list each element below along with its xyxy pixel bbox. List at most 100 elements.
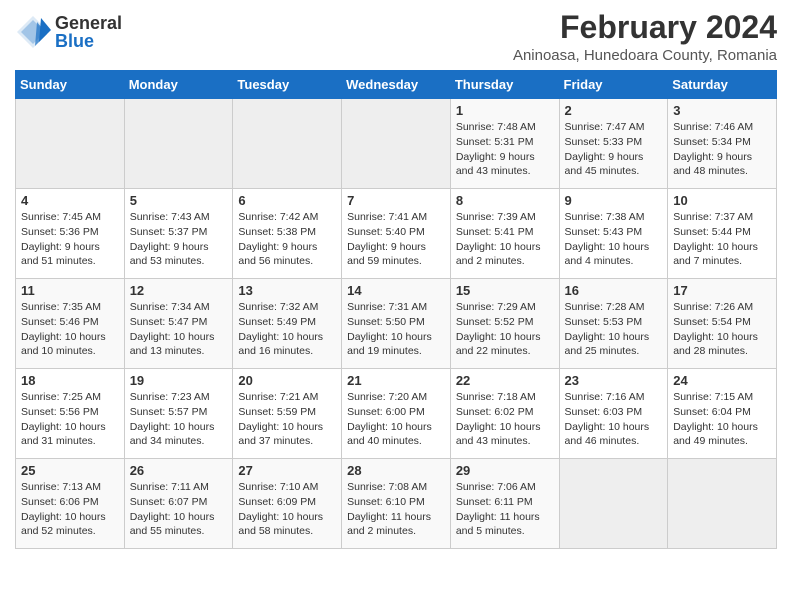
day-number: 3 bbox=[673, 103, 771, 118]
calendar-cell: 16 Sunrise: 7:28 AMSunset: 5:53 PMDayligh… bbox=[559, 279, 668, 369]
calendar-cell bbox=[233, 99, 342, 189]
calendar-week-row: 4Sunrise: 7:45 AMSunset: 5:36 PMDaylight… bbox=[16, 189, 777, 279]
calendar-cell: 18Sunrise: 7:25 AMSunset: 5:56 PMDayligh… bbox=[16, 369, 125, 459]
calendar-cell: 14 Sunrise: 7:31 AMSunset: 5:50 PMDayligh… bbox=[342, 279, 451, 369]
day-number: 13 bbox=[238, 283, 336, 298]
calendar-cell: 11Sunrise: 7:35 AMSunset: 5:46 PMDayligh… bbox=[16, 279, 125, 369]
calendar-cell: 21 Sunrise: 7:20 AMSunset: 6:00 PMDayligh… bbox=[342, 369, 451, 459]
day-number: 2 bbox=[565, 103, 663, 118]
day-info: Sunrise: 7:13 AMSunset: 6:06 PMDaylight:… bbox=[21, 480, 119, 539]
day-number: 27 bbox=[238, 463, 336, 478]
day-number: 25 bbox=[21, 463, 119, 478]
day-info: Sunrise: 7:18 AMSunset: 6:02 PMDaylight:… bbox=[456, 390, 554, 449]
day-info: Sunrise: 7:16 AMSunset: 6:03 PMDaylight:… bbox=[565, 390, 663, 449]
location-title: Aninoasa, Hunedoara County, Romania bbox=[513, 47, 777, 64]
calendar-cell: 7 Sunrise: 7:41 AMSunset: 5:40 PMDaylight… bbox=[342, 189, 451, 279]
month-title: February 2024 bbox=[513, 10, 777, 45]
day-info: Sunrise: 7:11 AMSunset: 6:07 PMDaylight:… bbox=[130, 480, 228, 539]
day-info: Sunrise: 7:21 AMSunset: 5:59 PMDaylight:… bbox=[238, 390, 336, 449]
day-number: 20 bbox=[238, 373, 336, 388]
calendar-cell bbox=[559, 459, 668, 549]
calendar-week-row: 18Sunrise: 7:25 AMSunset: 5:56 PMDayligh… bbox=[16, 369, 777, 459]
day-info: Sunrise: 7:34 AMSunset: 5:47 PMDaylight:… bbox=[130, 300, 228, 359]
header-friday: Friday bbox=[559, 71, 668, 99]
header-sunday: Sunday bbox=[16, 71, 125, 99]
calendar-cell: 24Sunrise: 7:15 AMSunset: 6:04 PMDayligh… bbox=[668, 369, 777, 459]
day-info: Sunrise: 7:29 AMSunset: 5:52 PMDaylight:… bbox=[456, 300, 554, 359]
day-info: Sunrise: 7:25 AMSunset: 5:56 PMDaylight:… bbox=[21, 390, 119, 449]
day-number: 8 bbox=[456, 193, 554, 208]
day-number: 11 bbox=[21, 283, 119, 298]
day-info: Sunrise: 7:32 AMSunset: 5:49 PMDaylight:… bbox=[238, 300, 336, 359]
day-info: Sunrise: 7:47 AMSunset: 5:33 PMDaylight:… bbox=[565, 120, 663, 179]
calendar-cell: 2 Sunrise: 7:47 AMSunset: 5:33 PMDaylight… bbox=[559, 99, 668, 189]
day-number: 1 bbox=[456, 103, 554, 118]
day-info: Sunrise: 7:41 AMSunset: 5:40 PMDaylight:… bbox=[347, 210, 445, 269]
day-number: 5 bbox=[130, 193, 228, 208]
day-info: Sunrise: 7:43 AMSunset: 5:37 PMDaylight:… bbox=[130, 210, 228, 269]
day-number: 22 bbox=[456, 373, 554, 388]
day-info: Sunrise: 7:26 AMSunset: 5:54 PMDaylight:… bbox=[673, 300, 771, 359]
calendar-cell: 19 Sunrise: 7:23 AMSunset: 5:57 PMDayligh… bbox=[124, 369, 233, 459]
calendar-cell bbox=[668, 459, 777, 549]
calendar-cell: 27Sunrise: 7:10 AMSunset: 6:09 PMDayligh… bbox=[233, 459, 342, 549]
header-monday: Monday bbox=[124, 71, 233, 99]
calendar-cell: 9 Sunrise: 7:38 AMSunset: 5:43 PMDaylight… bbox=[559, 189, 668, 279]
day-number: 19 bbox=[130, 373, 228, 388]
day-info: Sunrise: 7:08 AMSunset: 6:10 PMDaylight:… bbox=[347, 480, 445, 539]
day-number: 23 bbox=[565, 373, 663, 388]
day-info: Sunrise: 7:48 AMSunset: 5:31 PMDaylight:… bbox=[456, 120, 554, 179]
title-area: February 2024 Aninoasa, Hunedoara County… bbox=[513, 10, 777, 64]
calendar-cell: 8Sunrise: 7:39 AMSunset: 5:41 PMDaylight… bbox=[450, 189, 559, 279]
calendar-cell: 25 Sunrise: 7:13 AMSunset: 6:06 PMDayligh… bbox=[16, 459, 125, 549]
day-info: Sunrise: 7:31 AMSunset: 5:50 PMDaylight:… bbox=[347, 300, 445, 359]
calendar-cell: 12 Sunrise: 7:34 AMSunset: 5:47 PMDayligh… bbox=[124, 279, 233, 369]
calendar-cell bbox=[16, 99, 125, 189]
day-info: Sunrise: 7:20 AMSunset: 6:00 PMDaylight:… bbox=[347, 390, 445, 449]
calendar-cell: 4Sunrise: 7:45 AMSunset: 5:36 PMDaylight… bbox=[16, 189, 125, 279]
logo-blue: Blue bbox=[55, 32, 122, 50]
day-number: 9 bbox=[565, 193, 663, 208]
day-number: 12 bbox=[130, 283, 228, 298]
day-info: Sunrise: 7:46 AMSunset: 5:34 PMDaylight:… bbox=[673, 120, 771, 179]
calendar-cell: 22 Sunrise: 7:18 AMSunset: 6:02 PMDayligh… bbox=[450, 369, 559, 459]
calendar-cell: 6 Sunrise: 7:42 AMSunset: 5:38 PMDaylight… bbox=[233, 189, 342, 279]
calendar-header-row: Sunday Monday Tuesday Wednesday Thursday… bbox=[16, 71, 777, 99]
header-saturday: Saturday bbox=[668, 71, 777, 99]
calendar-cell: 3 Sunrise: 7:46 AMSunset: 5:34 PMDaylight… bbox=[668, 99, 777, 189]
day-number: 16 bbox=[565, 283, 663, 298]
calendar-cell: 13 Sunrise: 7:32 AMSunset: 5:49 PMDayligh… bbox=[233, 279, 342, 369]
page-header: General Blue February 2024 Aninoasa, Hun… bbox=[15, 10, 777, 64]
calendar-cell: 1 Sunrise: 7:48 AMSunset: 5:31 PMDaylight… bbox=[450, 99, 559, 189]
day-number: 14 bbox=[347, 283, 445, 298]
calendar-cell bbox=[342, 99, 451, 189]
calendar-cell: 23 Sunrise: 7:16 AMSunset: 6:03 PMDayligh… bbox=[559, 369, 668, 459]
calendar-cell: 17Sunrise: 7:26 AMSunset: 5:54 PMDayligh… bbox=[668, 279, 777, 369]
day-number: 6 bbox=[238, 193, 336, 208]
calendar-cell: 20 Sunrise: 7:21 AMSunset: 5:59 PMDayligh… bbox=[233, 369, 342, 459]
day-number: 24 bbox=[673, 373, 771, 388]
logo: General Blue bbox=[15, 14, 122, 50]
day-info: Sunrise: 7:28 AMSunset: 5:53 PMDaylight:… bbox=[565, 300, 663, 359]
day-info: Sunrise: 7:38 AMSunset: 5:43 PMDaylight:… bbox=[565, 210, 663, 269]
calendar-cell bbox=[124, 99, 233, 189]
day-number: 21 bbox=[347, 373, 445, 388]
day-info: Sunrise: 7:37 AMSunset: 5:44 PMDaylight:… bbox=[673, 210, 771, 269]
header-tuesday: Tuesday bbox=[233, 71, 342, 99]
calendar-week-row: 25 Sunrise: 7:13 AMSunset: 6:06 PMDayligh… bbox=[16, 459, 777, 549]
day-number: 10 bbox=[673, 193, 771, 208]
day-info: Sunrise: 7:23 AMSunset: 5:57 PMDaylight:… bbox=[130, 390, 228, 449]
day-number: 7 bbox=[347, 193, 445, 208]
day-info: Sunrise: 7:42 AMSunset: 5:38 PMDaylight:… bbox=[238, 210, 336, 269]
calendar-week-row: 11Sunrise: 7:35 AMSunset: 5:46 PMDayligh… bbox=[16, 279, 777, 369]
day-info: Sunrise: 7:45 AMSunset: 5:36 PMDaylight:… bbox=[21, 210, 119, 269]
day-number: 26 bbox=[130, 463, 228, 478]
calendar-table: Sunday Monday Tuesday Wednesday Thursday… bbox=[15, 70, 777, 549]
header-wednesday: Wednesday bbox=[342, 71, 451, 99]
calendar-cell: 29Sunrise: 7:06 AMSunset: 6:11 PMDayligh… bbox=[450, 459, 559, 549]
day-info: Sunrise: 7:06 AMSunset: 6:11 PMDaylight:… bbox=[456, 480, 554, 539]
calendar-cell: 28Sunrise: 7:08 AMSunset: 6:10 PMDayligh… bbox=[342, 459, 451, 549]
calendar-cell: 5 Sunrise: 7:43 AMSunset: 5:37 PMDaylight… bbox=[124, 189, 233, 279]
calendar-cell: 15Sunrise: 7:29 AMSunset: 5:52 PMDayligh… bbox=[450, 279, 559, 369]
logo-general: General bbox=[55, 14, 122, 32]
